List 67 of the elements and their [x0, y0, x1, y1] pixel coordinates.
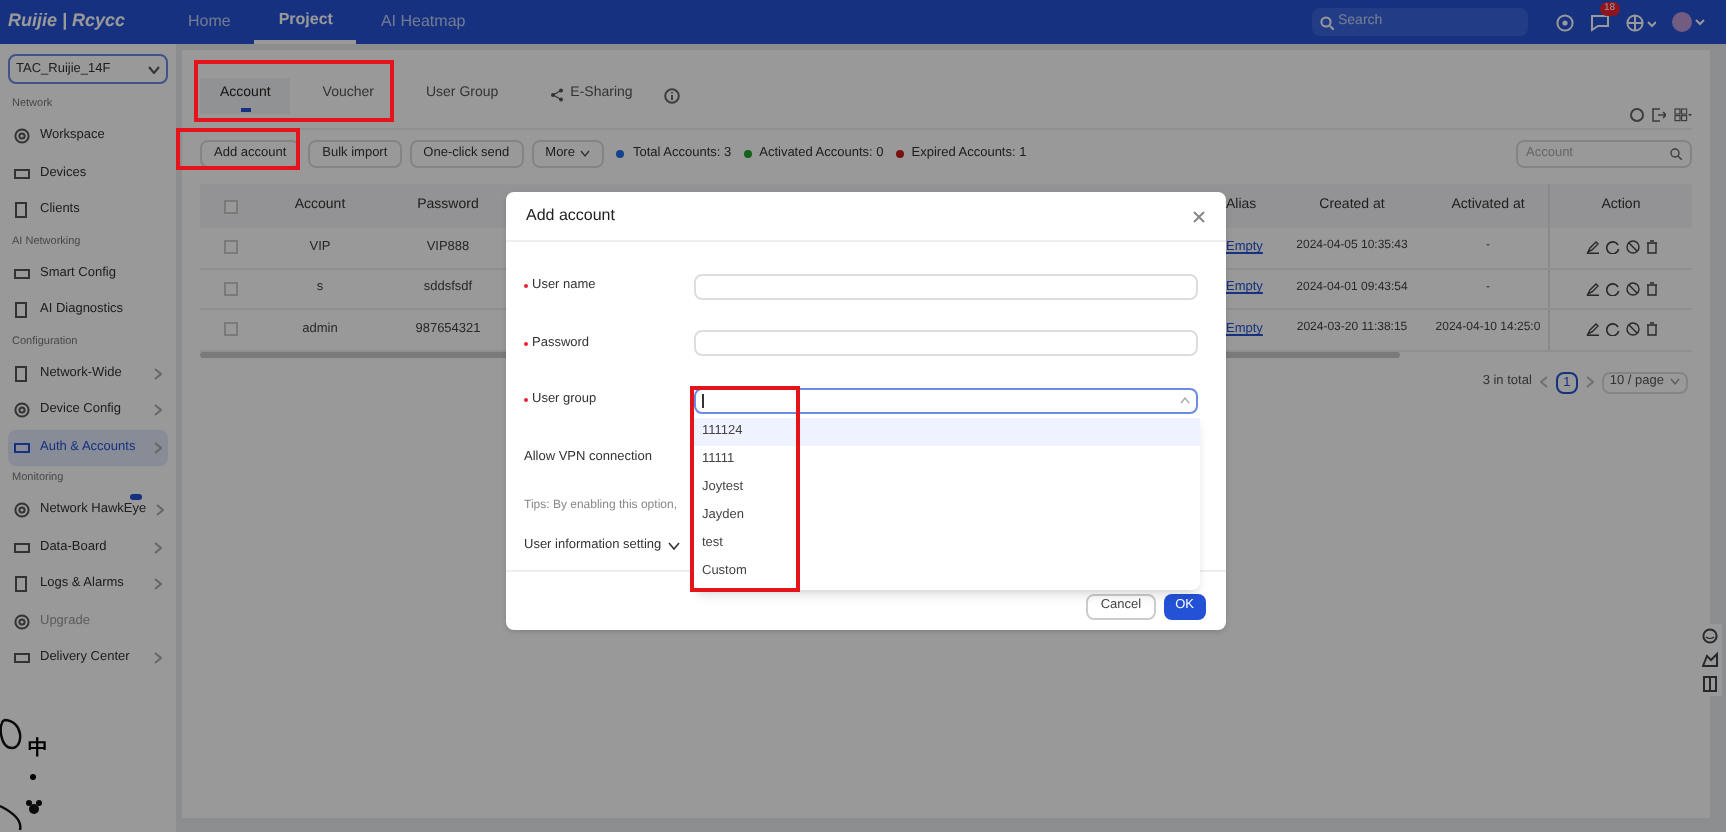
refresh-icon[interactable]: [1605, 281, 1619, 296]
delete-icon[interactable]: [1645, 322, 1657, 337]
checkbox[interactable]: [223, 199, 237, 213]
delete-icon[interactable]: [1645, 240, 1657, 255]
highlight-frame: [176, 128, 300, 170]
edit-icon[interactable]: [1585, 240, 1599, 255]
new-badge: [130, 494, 142, 500]
text-cursor: [702, 393, 704, 408]
chevron-right-icon: [156, 504, 165, 517]
search-icon: [1320, 15, 1334, 29]
chevron-right-icon: [154, 652, 162, 665]
menu-item-icon: [14, 539, 30, 556]
menu-item-icon: [14, 402, 30, 419]
chevron-up-icon: [1180, 396, 1190, 405]
checkbox[interactable]: [223, 240, 237, 255]
checkbox[interactable]: [223, 322, 237, 337]
menu-item-icon: [14, 128, 30, 145]
delete-icon[interactable]: [1645, 281, 1657, 296]
target-icon[interactable]: [1556, 13, 1574, 31]
refresh-icon[interactable]: [1605, 322, 1619, 337]
dialog-title: Add account: [526, 204, 615, 228]
chevron-right-icon: [154, 404, 162, 417]
checkbox[interactable]: [223, 281, 237, 296]
block-icon[interactable]: [1625, 322, 1639, 337]
bear-icon[interactable]: [26, 800, 42, 814]
ime-mode-indicator[interactable]: 中: [28, 734, 48, 764]
message-icon[interactable]: [1590, 12, 1610, 32]
export-icon[interactable]: [1652, 108, 1666, 122]
required-mark: [524, 341, 528, 346]
chevron-down-icon: [667, 541, 680, 549]
nav-link[interactable]: Project: [254, 0, 357, 44]
refresh-icon[interactable]: [1630, 108, 1644, 122]
menu-item-icon: [14, 502, 30, 519]
search-icon: [1670, 148, 1682, 160]
required-mark: [524, 284, 528, 289]
edit-icon[interactable]: [1585, 322, 1599, 337]
close-icon[interactable]: [1192, 209, 1206, 223]
menu-item-icon: [14, 265, 30, 282]
pen-stroke: [0, 716, 24, 752]
globe-icon[interactable]: [1626, 13, 1656, 31]
block-icon[interactable]: [1625, 240, 1639, 255]
menu-item-icon: [14, 650, 30, 667]
chevron-down-icon: [148, 65, 160, 73]
columns-icon[interactable]: [1674, 108, 1692, 122]
menu-item-icon: [14, 576, 30, 593]
menu-item-icon: [14, 613, 30, 630]
chevron-right-icon: [154, 578, 162, 591]
chevron-right-icon: [154, 441, 162, 454]
menu-item-icon: [14, 302, 30, 319]
brand-logo: Ruijie | Rcycc: [8, 8, 128, 35]
share-icon: [550, 88, 565, 102]
pen-stroke: [0, 804, 24, 832]
required-mark: [524, 398, 528, 403]
chevron-down-icon: [580, 150, 591, 158]
menu-item-icon: [14, 165, 30, 182]
refresh-icon[interactable]: [1605, 240, 1619, 255]
block-icon[interactable]: [1625, 281, 1639, 296]
chevron-down-icon: [1670, 378, 1680, 386]
avatar-icon[interactable]: [1672, 12, 1706, 32]
edit-icon[interactable]: [1585, 281, 1599, 296]
menu-item-icon: [14, 439, 30, 456]
menu-item-icon: [14, 365, 30, 382]
chevron-right-icon: [154, 367, 162, 380]
menu-item-icon: [14, 202, 30, 219]
chevron-right-icon: [154, 541, 162, 554]
info-icon[interactable]: [664, 87, 681, 103]
document-icon[interactable]: [1702, 676, 1718, 692]
